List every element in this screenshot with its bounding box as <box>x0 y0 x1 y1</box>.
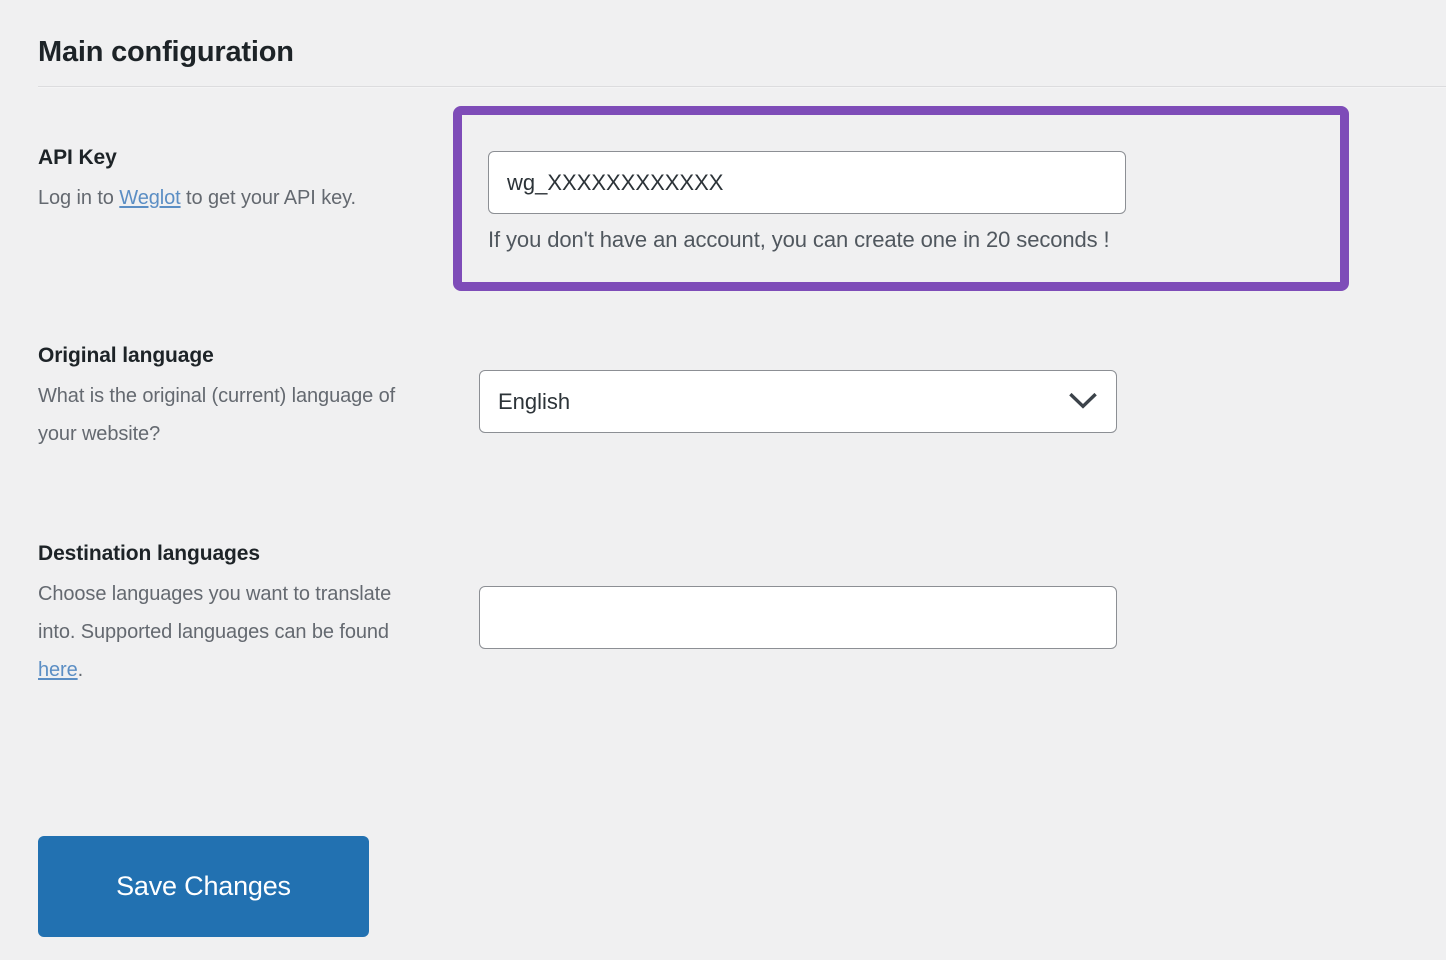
original-language-description: What is the original (current) language … <box>38 377 428 453</box>
original-language-label-group: Original language What is the original (… <box>38 343 428 453</box>
main-configuration-page: Main configuration API Key Log in to Weg… <box>0 0 1446 960</box>
original-language-selected-value[interactable]: English <box>479 370 1117 433</box>
destination-languages-label: Destination languages <box>38 541 428 567</box>
original-language-label: Original language <box>38 343 428 369</box>
destination-languages-input[interactable] <box>479 586 1117 649</box>
api-key-field-group: If you don't have an account, you can cr… <box>488 151 1126 253</box>
header-divider <box>38 86 1446 88</box>
original-language-select[interactable]: English <box>479 370 1117 433</box>
weglot-link[interactable]: Weglot <box>119 187 180 209</box>
page-title: Main configuration <box>38 35 294 70</box>
api-key-input[interactable] <box>488 151 1126 214</box>
destination-languages-description-text-after: . <box>78 659 83 681</box>
api-key-description: Log in to Weglot to get your API key. <box>38 179 428 217</box>
api-key-description-text-before: Log in to <box>38 187 119 209</box>
destination-languages-field <box>479 586 1117 649</box>
api-key-helper-text: If you don't have an account, you can cr… <box>488 227 1126 253</box>
api-key-label-group: API Key Log in to Weglot to get your API… <box>38 145 428 217</box>
destination-languages-description-text-before: Choose languages you want to translate i… <box>38 583 391 643</box>
api-key-label: API Key <box>38 145 428 171</box>
here-link[interactable]: here <box>38 659 78 681</box>
destination-languages-description: Choose languages you want to translate i… <box>38 575 428 689</box>
api-key-highlight-box: If you don't have an account, you can cr… <box>453 106 1349 291</box>
save-changes-button[interactable]: Save Changes <box>38 836 369 937</box>
api-key-description-text-after: to get your API key. <box>181 187 356 209</box>
destination-languages-label-group: Destination languages Choose languages y… <box>38 541 428 689</box>
original-language-field: English <box>479 370 1117 433</box>
